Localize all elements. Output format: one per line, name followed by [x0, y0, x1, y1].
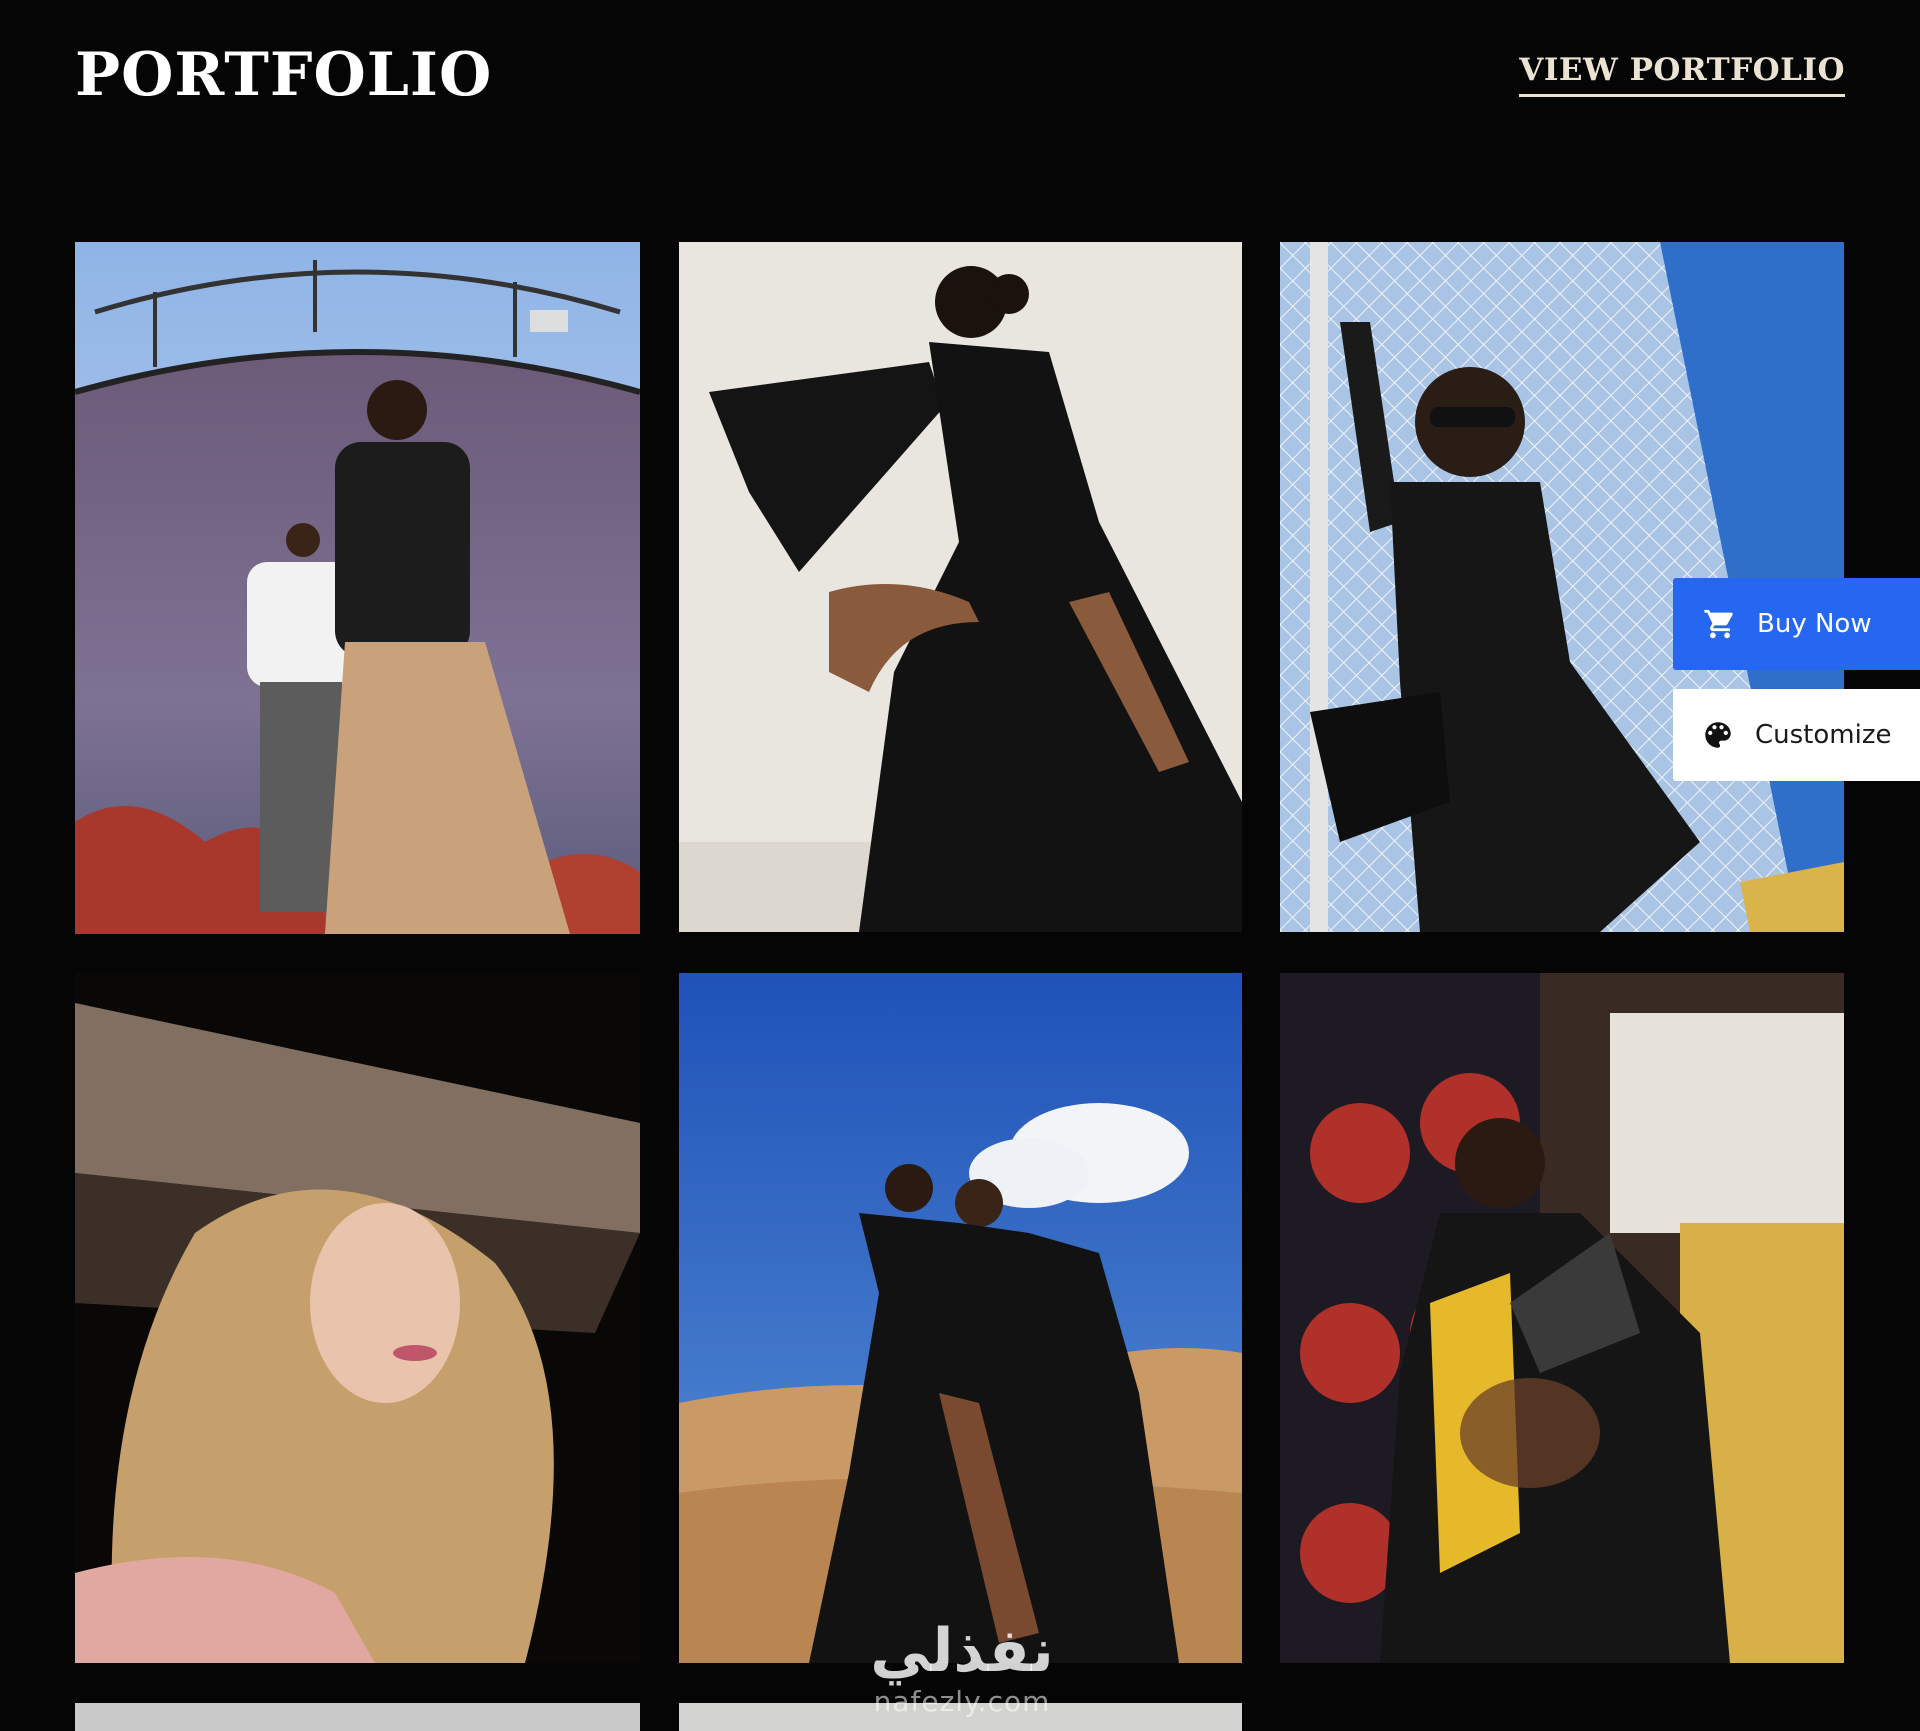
view-portfolio-link[interactable]: VIEW PORTFOLIO: [1519, 52, 1845, 97]
buy-now-button[interactable]: Buy Now: [1673, 578, 1920, 670]
photo-couple-desert: [679, 973, 1242, 1663]
watermark-latin: nafezly.com: [873, 1685, 1051, 1718]
gallery-photo-7[interactable]: [75, 1703, 640, 1731]
photo-blonde-woman: [75, 973, 640, 1663]
photo-partial-7: [75, 1703, 640, 1731]
buy-now-label: Buy Now: [1757, 609, 1872, 639]
photo-woman-black-dress: [679, 242, 1242, 932]
gallery-photo-2[interactable]: [679, 242, 1242, 932]
watermark-arabic: نفذلي: [870, 1616, 1054, 1686]
gallery-photo-1[interactable]: [75, 242, 640, 934]
gallery-photo-4[interactable]: [75, 973, 640, 1663]
portfolio-page: PORTFOLIO VIEW PORTFOLIO Buy Now Customi…: [0, 0, 1920, 1731]
photo-man-poster-wall: [1280, 973, 1844, 1663]
page-title: PORTFOLIO: [75, 40, 493, 110]
customize-button[interactable]: Customize: [1673, 689, 1920, 781]
photo-two-men-tank: [75, 242, 640, 934]
gallery-photo-6[interactable]: [1280, 973, 1844, 1663]
palette-icon: [1701, 718, 1735, 752]
watermark: نفذلي nafezly.com: [852, 1615, 1072, 1717]
cart-icon: [1703, 607, 1737, 641]
customize-label: Customize: [1755, 720, 1892, 750]
gallery-photo-5[interactable]: [679, 973, 1242, 1663]
